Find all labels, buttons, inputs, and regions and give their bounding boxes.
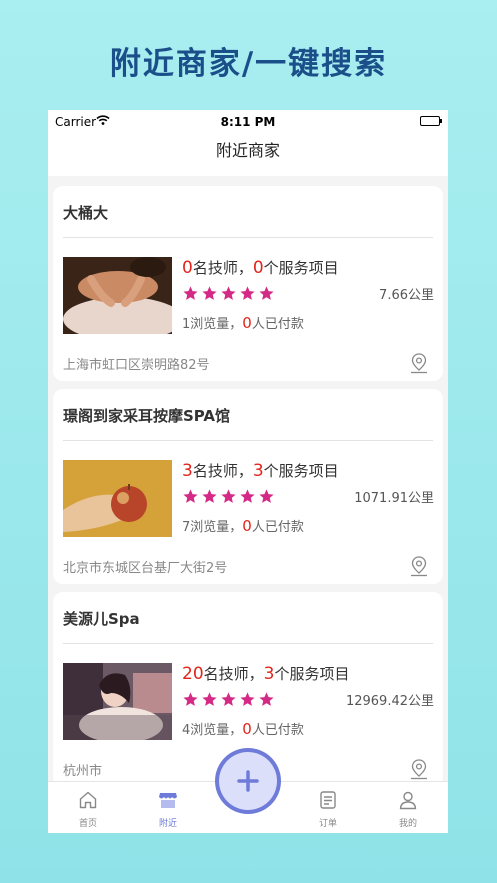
- merchant-photo: [63, 257, 172, 334]
- battery-icon: [420, 116, 442, 126]
- star-icon: [240, 692, 255, 706]
- plus-icon: [237, 770, 259, 792]
- star-icon: [259, 692, 274, 706]
- views-summary: 7浏览量，0人已付款: [182, 517, 304, 535]
- divider: [63, 440, 433, 441]
- tab-orders[interactable]: 订单: [288, 782, 368, 833]
- merchant-name: 璟阁到家采耳按摩SPA馆: [63, 407, 231, 425]
- order-icon: [320, 791, 336, 809]
- add-button[interactable]: [215, 748, 281, 814]
- star-icon: [259, 286, 274, 300]
- status-time: 8:11 PM: [220, 115, 276, 129]
- phone-screen: Carrier 8:11 PM 附近商家 大桶大 0名技师，0个服务项目 7.6…: [48, 110, 448, 833]
- status-bar: Carrier 8:11 PM: [48, 110, 448, 134]
- promo-title: 附近商家/一键搜索: [109, 46, 388, 82]
- star-icon: [240, 286, 255, 300]
- merchant-info: 0名技师，0个服务项目 7.66公里 1浏览量，0人已付款: [182, 256, 434, 335]
- views-summary: 4浏览量，0人已付款: [182, 720, 304, 738]
- merchant-address: 上海市虹口区崇明路82号: [63, 358, 210, 373]
- merchant-address: 杭州市: [63, 764, 103, 779]
- star-icon: [202, 286, 217, 300]
- merchant-info: 20名技师，3个服务项目 12969.42公里 4浏览量，0人已付款: [182, 662, 434, 741]
- location-icon[interactable]: [409, 555, 429, 577]
- tab-nearby[interactable]: 附近: [128, 782, 208, 833]
- location-icon[interactable]: [409, 352, 429, 374]
- staff-summary: 0名技师，0个服务项目: [182, 258, 339, 278]
- merchant-info: 3名技师，3个服务项目 1071.91公里 7浏览量，0人已付款: [182, 459, 434, 538]
- star-icon: [240, 489, 255, 503]
- star-icon: [221, 489, 236, 503]
- star-icon: [221, 286, 236, 300]
- merchant-name: 美源儿Spa: [63, 610, 140, 628]
- distance-label: 1071.91公里: [354, 491, 434, 506]
- divider: [63, 643, 433, 644]
- distance-label: 7.66公里: [379, 288, 434, 303]
- distance-label: 12969.42公里: [345, 694, 434, 709]
- staff-summary: 3名技师，3个服务项目: [182, 461, 339, 481]
- views-summary: 1浏览量，0人已付款: [182, 314, 304, 332]
- merchant-card[interactable]: 大桶大 0名技师，0个服务项目 7.66公里 1浏览量，0人已付款 上海市虹口区…: [53, 186, 443, 381]
- star-icon: [183, 286, 198, 300]
- rating-stars: [182, 691, 275, 708]
- star-icon: [221, 692, 236, 706]
- merchant-photo: [63, 460, 172, 537]
- merchant-address: 北京市东城区台基厂大街2号: [63, 561, 228, 576]
- staff-summary: 20名技师，3个服务项目: [182, 664, 350, 684]
- merchant-photo: [63, 663, 172, 740]
- divider: [63, 237, 433, 238]
- nav-title: 附近商家: [48, 134, 448, 176]
- star-icon: [183, 489, 198, 503]
- merchant-name: 大桶大: [63, 204, 109, 222]
- tab-home[interactable]: 首页: [48, 782, 128, 833]
- rating-stars: [182, 488, 275, 505]
- location-icon[interactable]: [409, 758, 429, 780]
- star-icon: [202, 692, 217, 706]
- star-icon: [183, 692, 198, 706]
- rating-stars: [182, 285, 275, 302]
- home-icon: [79, 791, 97, 809]
- user-icon: [399, 791, 417, 810]
- merchant-card[interactable]: 璟阁到家采耳按摩SPA馆 3名技师，3个服务项目 1071.91公里 7浏览量，…: [53, 389, 443, 584]
- star-icon: [259, 489, 274, 503]
- shop-icon: [159, 793, 177, 808]
- star-icon: [202, 489, 217, 503]
- tab-profile[interactable]: 我的: [368, 782, 448, 833]
